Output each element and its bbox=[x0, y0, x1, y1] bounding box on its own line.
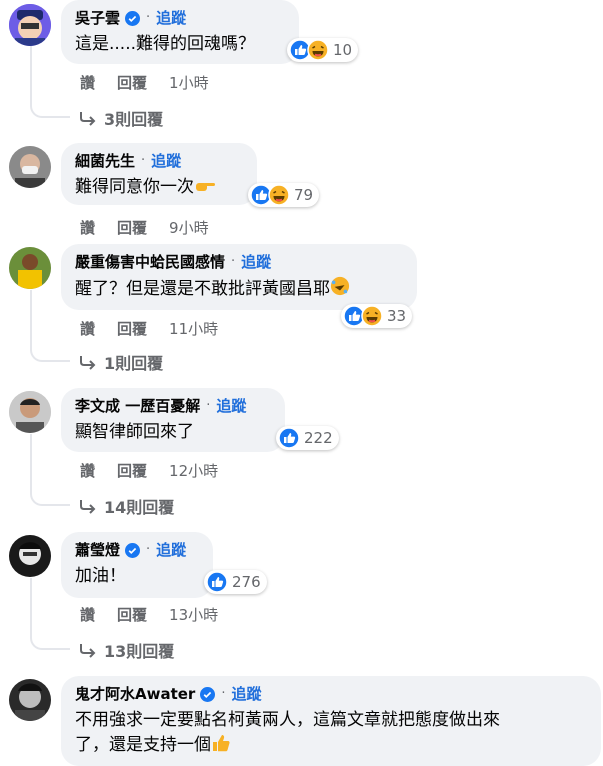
like-button[interactable]: 讚 bbox=[80, 72, 95, 93]
comment-text-content: 了，還是支持一個 bbox=[75, 735, 211, 755]
like-reaction-icon bbox=[206, 571, 228, 593]
avatar-image bbox=[9, 679, 51, 721]
like-button[interactable]: 讚 bbox=[80, 460, 95, 481]
verified-badge-icon bbox=[125, 542, 141, 558]
reactions-summary[interactable]: 276 bbox=[204, 570, 267, 594]
comment-bubble: 吳子雲 · 追蹤 這是.....難得的回魂嗎？ bbox=[61, 0, 299, 64]
comment-text-line-2: 了，還是支持一個 bbox=[75, 733, 589, 758]
comment-actions: 讚 回覆 1小時 bbox=[80, 72, 209, 93]
timestamp[interactable]: 1小時 bbox=[169, 72, 209, 93]
view-replies-link[interactable]: 14則回覆 bbox=[78, 494, 174, 518]
reactions-summary[interactable]: 10 bbox=[287, 38, 359, 62]
replies-count: 14則回覆 bbox=[104, 498, 175, 517]
follow-button[interactable]: 追蹤 bbox=[156, 8, 186, 28]
replies-count: 13則回覆 bbox=[104, 642, 175, 661]
reaction-count: 79 bbox=[294, 186, 314, 204]
reply-arrow-icon bbox=[80, 356, 96, 370]
follow-button[interactable]: 追蹤 bbox=[231, 684, 261, 704]
comment-actions: 讚 回覆 13小時 bbox=[80, 604, 218, 625]
like-reaction-icon bbox=[278, 427, 300, 449]
comment-text-content: 醒了？但是還是不敢批評黃國昌耶 bbox=[75, 279, 330, 299]
reply-button[interactable]: 回覆 bbox=[117, 72, 147, 93]
comment-text-content: 難得同意你一次 bbox=[75, 177, 194, 197]
author-name[interactable]: 李文成 一歷百憂解 bbox=[75, 396, 200, 416]
like-button[interactable]: 讚 bbox=[80, 604, 95, 625]
reply-arrow-icon bbox=[80, 112, 96, 126]
avatar[interactable] bbox=[9, 535, 51, 577]
reaction-count: 10 bbox=[333, 41, 353, 59]
reaction-count: 33 bbox=[387, 307, 407, 325]
comment-actions: 讚 回覆 12小時 bbox=[80, 460, 218, 481]
comment-text: 不用強求一定要點名柯黃兩人，這篇文章就把態度做出來 了，還是支持一個 bbox=[75, 708, 589, 758]
timestamp[interactable]: 13小時 bbox=[169, 604, 218, 625]
haha-reaction-icon bbox=[307, 39, 329, 61]
reply-button[interactable]: 回覆 bbox=[117, 318, 147, 339]
follow-button[interactable]: 追蹤 bbox=[241, 252, 271, 272]
author-name[interactable]: 蕭瑩燈 bbox=[75, 540, 120, 560]
like-button[interactable]: 讚 bbox=[80, 217, 95, 238]
reactions-summary[interactable]: 79 bbox=[248, 183, 320, 207]
verified-badge-icon bbox=[125, 10, 141, 26]
avatar-image bbox=[9, 391, 51, 433]
verified-badge-icon bbox=[200, 686, 216, 702]
replies-count: 1則回覆 bbox=[104, 354, 164, 373]
author-name[interactable]: 鬼才阿水Awater bbox=[75, 684, 195, 704]
haha-reaction-icon bbox=[361, 305, 383, 327]
comment-bubble: 蕭瑩燈 · 追蹤 加油！ bbox=[61, 532, 213, 598]
view-replies-link[interactable]: 1則回覆 bbox=[78, 350, 163, 374]
follow-button[interactable]: 追蹤 bbox=[156, 540, 186, 560]
reaction-count: 222 bbox=[304, 429, 333, 447]
reply-arrow-icon bbox=[80, 644, 96, 658]
reply-button[interactable]: 回覆 bbox=[117, 217, 147, 238]
avatar-image bbox=[9, 4, 51, 46]
view-replies-link[interactable]: 13則回覆 bbox=[78, 638, 174, 662]
avatar-image bbox=[9, 247, 51, 289]
follow-button[interactable]: 追蹤 bbox=[151, 151, 181, 171]
comment-text: 醒了？但是還是不敢批評黃國昌耶 bbox=[75, 276, 405, 302]
avatar[interactable] bbox=[9, 4, 51, 46]
reactions-summary[interactable]: 33 bbox=[341, 304, 413, 328]
reaction-count: 276 bbox=[232, 573, 261, 591]
follow-button[interactable]: 追蹤 bbox=[216, 396, 246, 416]
reply-button[interactable]: 回覆 bbox=[117, 604, 147, 625]
like-button[interactable]: 讚 bbox=[80, 318, 95, 339]
timestamp[interactable]: 9小時 bbox=[169, 217, 209, 238]
author-name[interactable]: 嚴重傷害中蛤民國感情 bbox=[75, 252, 225, 272]
avatar[interactable] bbox=[9, 391, 51, 433]
avatar-image bbox=[9, 535, 51, 577]
author-name[interactable]: 吳子雲 bbox=[75, 8, 120, 28]
comment-text: 顯智律師回來了 bbox=[75, 422, 194, 442]
avatar[interactable] bbox=[9, 247, 51, 289]
comment-text: 這是.....難得的回魂嗎？ bbox=[75, 34, 256, 54]
timestamp[interactable]: 12小時 bbox=[169, 460, 218, 481]
author-name[interactable]: 細菌先生 bbox=[75, 151, 135, 171]
comment-bubble: 嚴重傷害中蛤民國感情 · 追蹤 醒了？但是還是不敢批評黃國昌耶 bbox=[61, 244, 417, 310]
reactions-summary[interactable]: 222 bbox=[276, 426, 339, 450]
comment-actions: 讚 回覆 11小時 bbox=[80, 318, 218, 339]
comment-text-line: 不用強求一定要點名柯黃兩人，這篇文章就把態度做出來 bbox=[75, 710, 500, 730]
rofl-emoji-icon bbox=[330, 276, 350, 296]
avatar[interactable] bbox=[9, 679, 51, 721]
comment-bubble: 李文成 一歷百憂解 · 追蹤 顯智律師回來了 bbox=[61, 388, 285, 452]
replies-count: 3則回覆 bbox=[104, 110, 164, 129]
comment-actions: 讚 回覆 9小時 bbox=[80, 217, 209, 238]
reply-button[interactable]: 回覆 bbox=[117, 460, 147, 481]
comment-bubble: 鬼才阿水Awater · 追蹤 不用強求一定要點名柯黃兩人，這篇文章就把態度做出… bbox=[61, 676, 601, 766]
avatar-image bbox=[9, 146, 51, 188]
avatar[interactable] bbox=[9, 146, 51, 188]
view-replies-link[interactable]: 3則回覆 bbox=[78, 106, 163, 130]
comment-text: 難得同意你一次 bbox=[75, 175, 245, 200]
comment-bubble: 細菌先生 · 追蹤 難得同意你一次 bbox=[61, 143, 257, 205]
timestamp[interactable]: 11小時 bbox=[169, 318, 218, 339]
comment-text: 加油！ bbox=[75, 566, 126, 586]
haha-reaction-icon bbox=[268, 184, 290, 206]
thumbs-up-emoji-icon bbox=[213, 735, 230, 752]
reply-arrow-icon bbox=[80, 500, 96, 514]
pointing-hand-emoji-icon bbox=[196, 183, 215, 191]
